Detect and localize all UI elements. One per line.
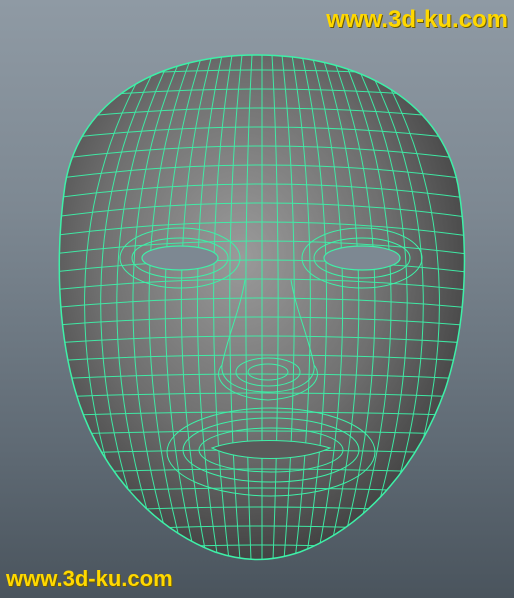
- watermark-bottom: www.3d-ku.com: [6, 566, 173, 591]
- 3d-viewport[interactable]: www.3d-ku.com www.3d-ku.com: [0, 0, 514, 598]
- watermark-top: www.3d-ku.com: [326, 6, 508, 33]
- face-mask-mesh: [58, 54, 466, 561]
